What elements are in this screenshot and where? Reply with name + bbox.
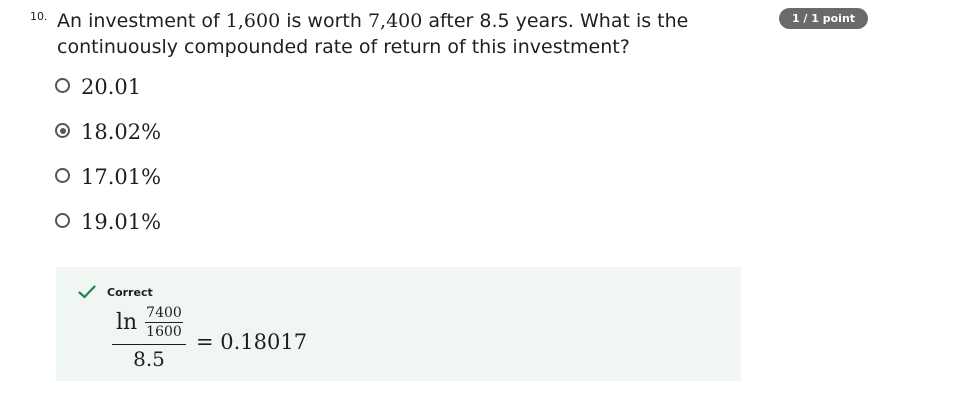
option-label: 20.01 <box>81 75 142 99</box>
question-text-part2: is worth <box>280 10 368 32</box>
points-badge: 1 / 1 point <box>779 8 868 29</box>
feedback-box: Correct ln 7400 1600 8.5 = 0.18017 <box>56 267 741 381</box>
question-text-part1: An investment of <box>57 10 226 32</box>
option-label: 17.01% <box>81 165 162 189</box>
radio-button[interactable] <box>55 213 70 228</box>
inner-fraction: 7400 1600 <box>145 305 183 340</box>
inner-fraction-bar <box>145 322 183 323</box>
feedback-status: Correct <box>107 286 153 299</box>
question-amount1: 1,600 <box>225 10 281 32</box>
option-3[interactable]: 17.01% <box>55 162 161 207</box>
option-label: 18.02% <box>81 120 162 144</box>
formula-denominator: 8.5 <box>133 347 165 371</box>
answer-options: 20.01 18.02% 17.01% 19.01% <box>55 72 161 252</box>
question-amount2: 7,400 <box>367 10 423 32</box>
question-number: 10. <box>30 10 48 23</box>
ln-symbol: ln <box>116 310 138 335</box>
radio-button[interactable] <box>55 78 70 93</box>
checkmark-icon <box>78 285 96 299</box>
radio-button[interactable] <box>55 168 70 183</box>
formula-result: = 0.18017 <box>196 330 308 354</box>
question-text: An investment of 1,600 is worth 7,400 af… <box>57 8 757 60</box>
formula-numerator: ln 7400 1600 <box>112 305 186 343</box>
option-4[interactable]: 19.01% <box>55 207 161 252</box>
option-1[interactable]: 20.01 <box>55 72 161 117</box>
inner-numerator: 7400 <box>146 305 182 321</box>
radio-button-selected[interactable] <box>55 123 70 138</box>
fraction-bar <box>112 344 186 345</box>
inner-denominator: 1600 <box>146 324 182 340</box>
quiz-question-panel: 10. An investment of 1,600 is worth 7,40… <box>0 0 955 401</box>
option-label: 19.01% <box>81 210 162 234</box>
option-2[interactable]: 18.02% <box>55 117 161 162</box>
